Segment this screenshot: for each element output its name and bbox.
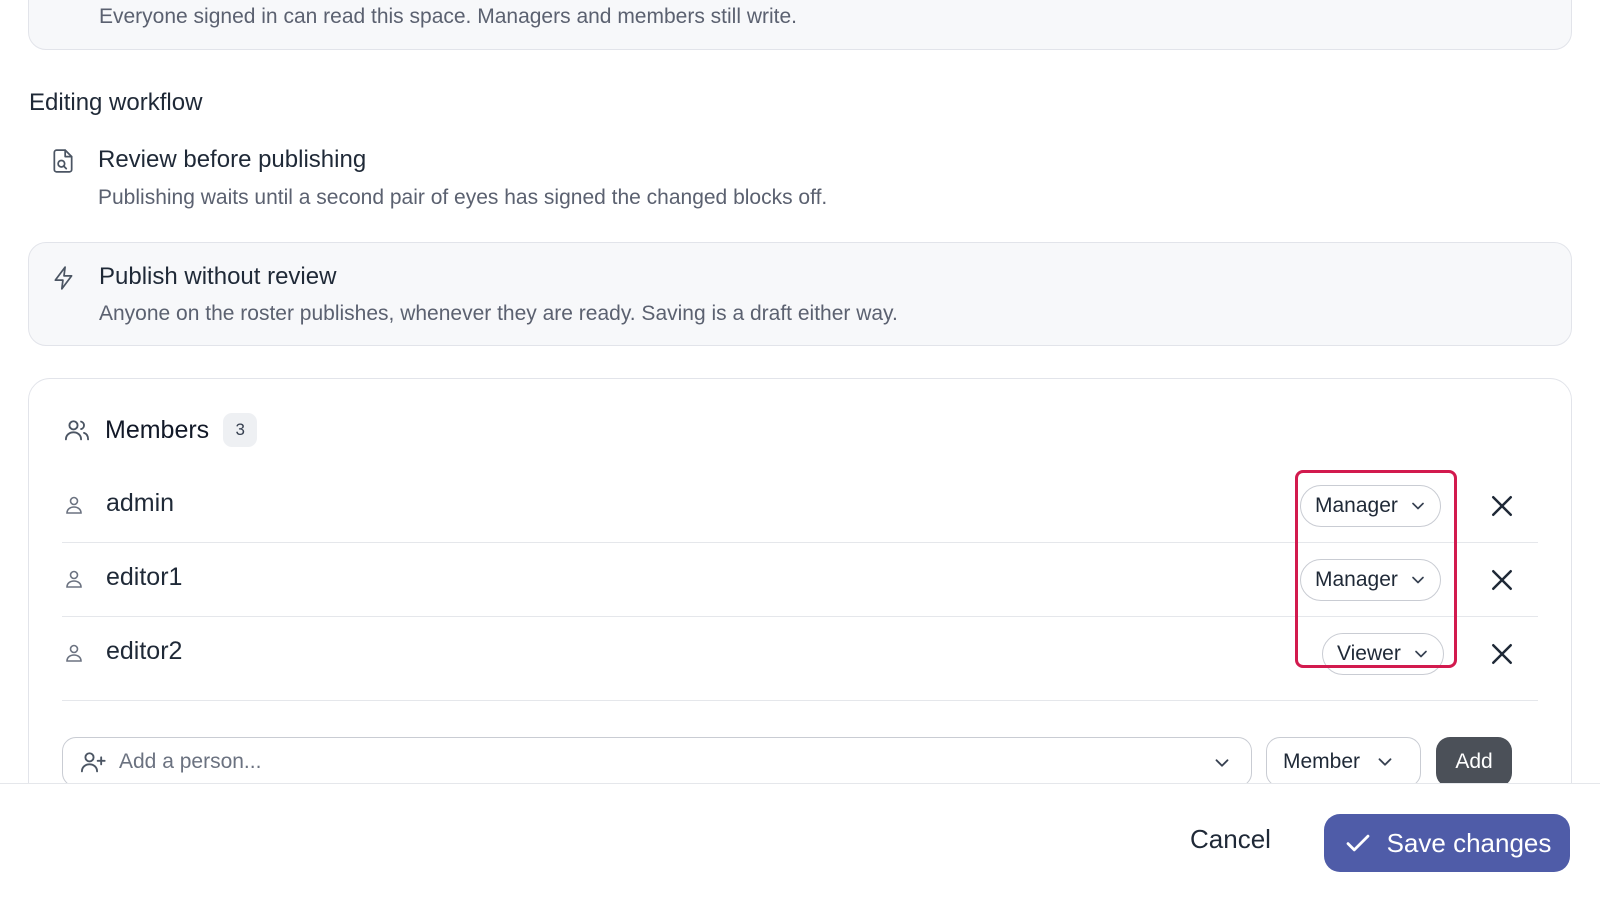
person-icon: [66, 570, 82, 588]
remove-member-button[interactable]: [1487, 565, 1517, 595]
member-name: editor1: [106, 563, 183, 591]
person-icon: [66, 496, 82, 514]
lightning-icon: [54, 266, 73, 290]
remove-member-button[interactable]: [1487, 639, 1517, 669]
cancel-button[interactable]: Cancel: [1190, 824, 1271, 855]
new-member-role-select[interactable]: Member: [1266, 737, 1421, 783]
chevron-down-icon: [1412, 576, 1424, 584]
member-row: admin Manager: [62, 469, 1538, 543]
add-person-icon: [80, 752, 106, 773]
review-option-title: Review before publishing: [98, 146, 367, 173]
add-member-row: Member Add: [62, 737, 1538, 783]
save-changes-label: Save changes: [1386, 827, 1552, 858]
chevron-down-icon: [1378, 758, 1392, 766]
member-name: editor2: [106, 637, 183, 665]
member-role-select[interactable]: Manager: [1300, 559, 1441, 601]
role-select-value: Manager: [1315, 568, 1398, 591]
member-role-select[interactable]: Viewer: [1322, 633, 1444, 675]
visibility-option-card[interactable]: Everyone signed in can read this space. …: [28, 0, 1572, 50]
member-name: admin: [106, 489, 175, 517]
add-member-button[interactable]: Add: [1436, 737, 1512, 783]
member-role-select[interactable]: Manager: [1300, 485, 1441, 527]
publish-without-review-option[interactable]: Publish without review Anyone on the ros…: [28, 242, 1572, 346]
role-select-value: Manager: [1315, 494, 1398, 517]
members-card: Members 3 admin Manager editor1 Manager: [28, 378, 1572, 783]
add-person-input[interactable]: [117, 749, 1167, 775]
chevron-down-icon[interactable]: [1211, 752, 1233, 774]
settings-scroll-area: Everyone signed in can read this space. …: [0, 0, 1600, 783]
editing-workflow-heading: Editing workflow: [29, 89, 203, 116]
members-header: Members 3: [63, 413, 258, 447]
new-member-role-value: Member: [1283, 750, 1361, 773]
member-row: editor1 Manager: [62, 543, 1538, 617]
person-icon: [66, 644, 82, 662]
review-document-icon: [53, 149, 73, 173]
chevron-down-icon: [1414, 650, 1427, 658]
publish-option-description: Anyone on the roster publishes, whenever…: [99, 302, 898, 325]
member-row: editor2 Viewer: [62, 617, 1538, 701]
add-person-combobox[interactable]: [62, 737, 1252, 783]
members-count-badge: 3: [223, 413, 258, 447]
save-changes-button[interactable]: Save changes: [1324, 814, 1570, 872]
review-before-publishing-option[interactable]: Review before publishing Publishing wait…: [28, 132, 1572, 228]
members-title: Members: [105, 415, 210, 444]
publish-option-title: Publish without review: [99, 263, 337, 290]
chevron-down-icon: [1412, 502, 1424, 510]
review-option-description: Publishing waits until a second pair of …: [98, 186, 828, 209]
remove-member-button[interactable]: [1487, 491, 1517, 521]
check-icon: [1346, 834, 1369, 852]
visibility-option-description: Everyone signed in can read this space. …: [99, 5, 798, 28]
footer-bar: Cancel Save changes: [0, 783, 1600, 900]
users-icon: [64, 420, 90, 441]
role-select-value: Viewer: [1337, 642, 1401, 665]
